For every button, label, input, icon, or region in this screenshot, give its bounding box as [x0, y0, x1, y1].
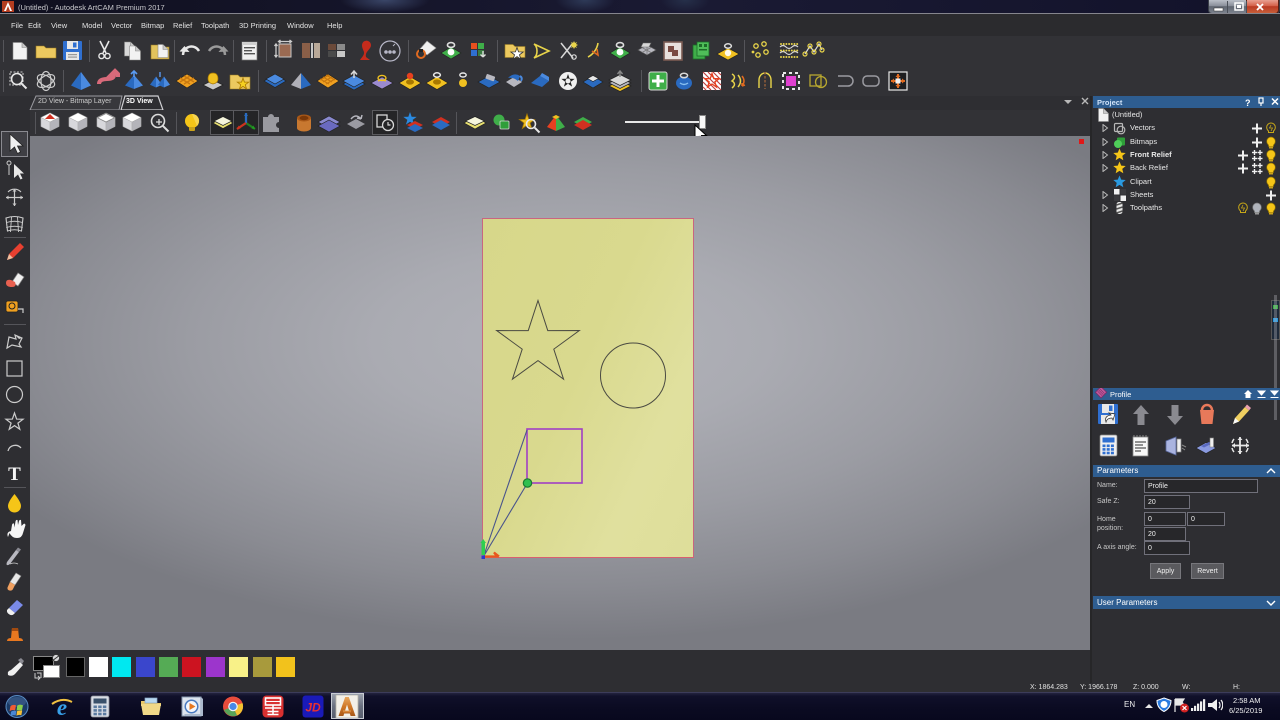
svg-text:e: e — [57, 695, 67, 718]
svg-text:T: T — [8, 464, 21, 485]
svg-text:?: ? — [1245, 98, 1251, 107]
svg-text:JD: JD — [305, 701, 321, 715]
